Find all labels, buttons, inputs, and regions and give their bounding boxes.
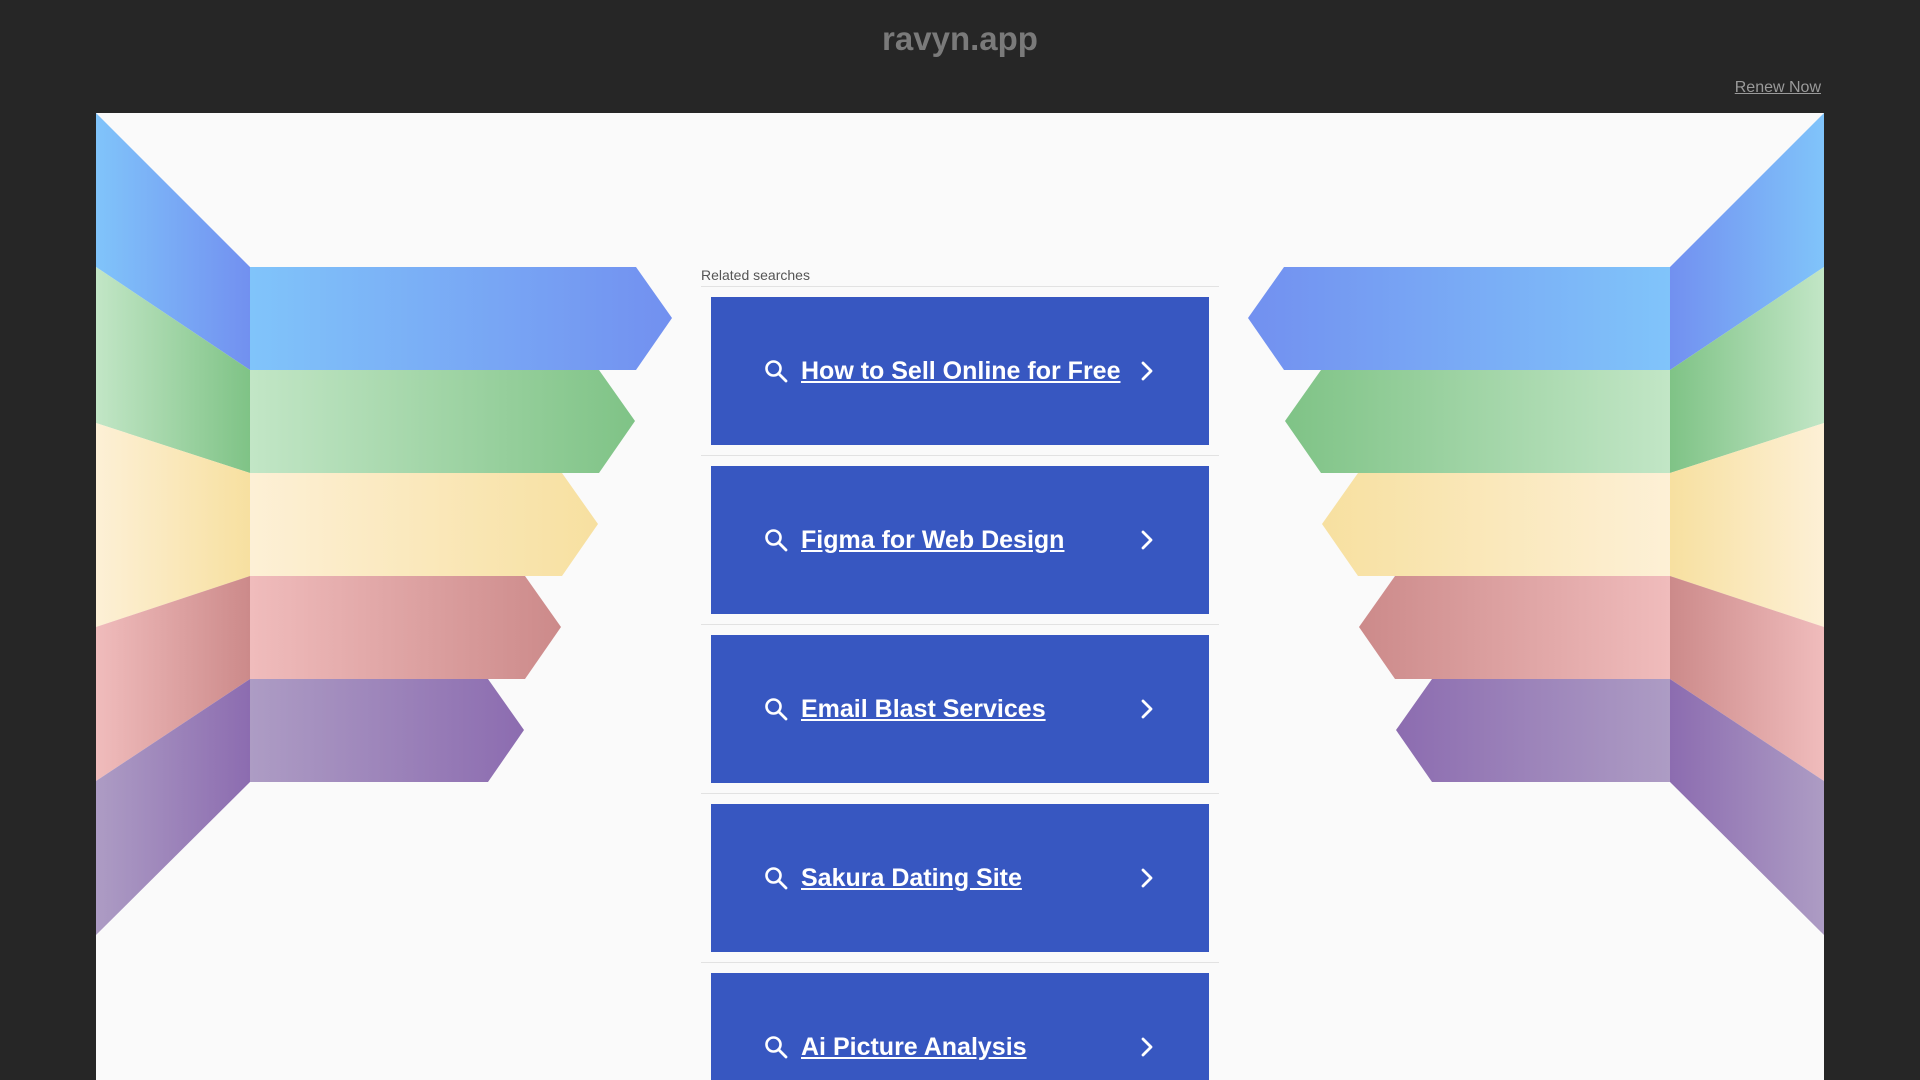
search-icon	[765, 529, 788, 552]
list-item: Sakura Dating Site	[701, 794, 1219, 963]
domain-title: ravyn.app	[882, 20, 1038, 57]
search-result-button-3[interactable]: Email Blast Services	[711, 635, 1209, 783]
search-result-button-5[interactable]: Ai Picture Analysis	[711, 973, 1209, 1080]
search-result-label[interactable]: Email Blast Services	[801, 695, 1137, 724]
related-searches-label: Related searches	[701, 266, 1219, 287]
search-result-button-1[interactable]: How to Sell Online for Free	[711, 297, 1209, 445]
list-item: How to Sell Online for Free	[701, 287, 1219, 456]
search-result-label[interactable]: Ai Picture Analysis	[801, 1033, 1137, 1062]
chevron-right-icon	[1141, 361, 1153, 381]
list-item: Email Blast Services	[701, 625, 1219, 794]
search-result-label[interactable]: Figma for Web Design	[801, 526, 1137, 555]
search-result-button-4[interactable]: Sakura Dating Site	[711, 804, 1209, 952]
related-searches-list: How to Sell Online for Free Figma for We…	[701, 287, 1219, 1080]
chevron-right-icon	[1141, 868, 1153, 888]
search-icon	[765, 360, 788, 383]
renew-now-link[interactable]: Renew Now	[1735, 79, 1821, 97]
search-result-label[interactable]: How to Sell Online for Free	[801, 357, 1137, 386]
search-icon	[765, 698, 788, 721]
list-item: Ai Picture Analysis	[701, 963, 1219, 1080]
search-result-button-2[interactable]: Figma for Web Design	[711, 466, 1209, 614]
page-header: ravyn.app Renew Now	[0, 0, 1920, 113]
chevron-right-icon	[1141, 1037, 1153, 1057]
chevron-right-icon	[1141, 699, 1153, 719]
list-item: Figma for Web Design	[701, 456, 1219, 625]
left-ribbons	[96, 113, 672, 935]
right-ribbons	[1248, 113, 1824, 935]
content-panel: Related searches How to Sell Online for …	[96, 113, 1824, 1080]
search-result-label[interactable]: Sakura Dating Site	[801, 864, 1137, 893]
related-searches: Related searches How to Sell Online for …	[701, 266, 1219, 1080]
search-icon	[765, 1036, 788, 1059]
chevron-right-icon	[1141, 530, 1153, 550]
search-icon	[765, 867, 788, 890]
